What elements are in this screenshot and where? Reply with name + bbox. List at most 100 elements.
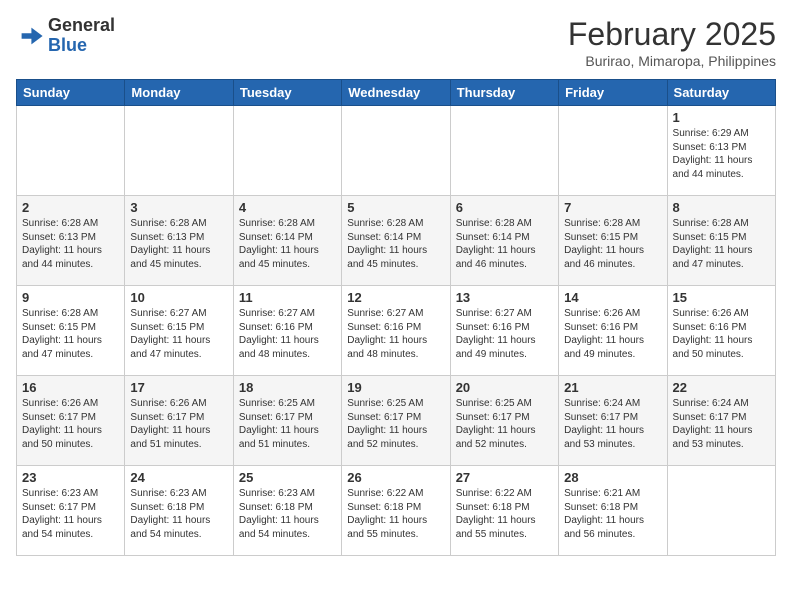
logo-general-text: General [48,15,115,35]
calendar-cell: 11 Sunrise: 6:27 AM Sunset: 6:16 PM Dayli… [233,286,341,376]
day-info: Sunrise: 6:23 AM Sunset: 6:17 PM Dayligh… [22,487,119,541]
day-info: Sunrise: 6:29 AM Sunset: 6:13 PM Dayligh… [673,127,770,181]
calendar-cell: 15Sunrise: 6:26 AM Sunset: 6:16 PM Dayli… [667,286,775,376]
day-info: Sunrise: 6:28 AM Sunset: 6:14 PM Dayligh… [456,217,553,271]
location-subtitle: Burirao, Mimaropa, Philippines [568,53,776,69]
logo: General Blue [16,16,115,56]
day-number: 22 [673,380,770,395]
day-number: 8 [673,200,770,215]
calendar-cell: 4Sunrise: 6:28 AM Sunset: 6:14 PM Daylig… [233,196,341,286]
calendar-week-row: 2 Sunrise: 6:28 AM Sunset: 6:13 PM Daylig… [17,196,776,286]
day-info: Sunrise: 6:26 AM Sunset: 6:16 PM Dayligh… [564,307,661,361]
day-info: Sunrise: 6:27 AM Sunset: 6:16 PM Dayligh… [239,307,336,361]
day-number: 9 [22,290,119,305]
calendar-cell: 21 Sunrise: 6:24 AM Sunset: 6:17 PM Dayli… [559,376,667,466]
day-number: 15 [673,290,770,305]
calendar-cell: 18 Sunrise: 6:25 AM Sunset: 6:17 PM Dayli… [233,376,341,466]
weekday-header-monday: Monday [125,80,233,106]
day-number: 24 [130,470,227,485]
day-info: Sunrise: 6:28 AM Sunset: 6:15 PM Dayligh… [22,307,119,361]
calendar-cell: 14 Sunrise: 6:26 AM Sunset: 6:16 PM Dayli… [559,286,667,376]
calendar-cell: 2 Sunrise: 6:28 AM Sunset: 6:13 PM Daylig… [17,196,125,286]
day-number: 28 [564,470,661,485]
day-number: 25 [239,470,336,485]
day-info: Sunrise: 6:23 AM Sunset: 6:18 PM Dayligh… [130,487,227,541]
day-number: 7 [564,200,661,215]
day-info: Sunrise: 6:25 AM Sunset: 6:17 PM Dayligh… [239,397,336,451]
day-info: Sunrise: 6:28 AM Sunset: 6:14 PM Dayligh… [347,217,444,271]
calendar-week-row: 9 Sunrise: 6:28 AM Sunset: 6:15 PM Daylig… [17,286,776,376]
calendar-cell: 25 Sunrise: 6:23 AM Sunset: 6:18 PM Dayli… [233,466,341,556]
calendar-cell: 9 Sunrise: 6:28 AM Sunset: 6:15 PM Daylig… [17,286,125,376]
day-info: Sunrise: 6:22 AM Sunset: 6:18 PM Dayligh… [456,487,553,541]
day-info: Sunrise: 6:21 AM Sunset: 6:18 PM Dayligh… [564,487,661,541]
day-number: 26 [347,470,444,485]
title-block: February 2025 Burirao, Mimaropa, Philipp… [568,16,776,69]
day-info: Sunrise: 6:26 AM Sunset: 6:17 PM Dayligh… [130,397,227,451]
day-number: 10 [130,290,227,305]
day-number: 5 [347,200,444,215]
day-info: Sunrise: 6:25 AM Sunset: 6:17 PM Dayligh… [347,397,444,451]
calendar-cell: 5 Sunrise: 6:28 AM Sunset: 6:14 PM Daylig… [342,196,450,286]
calendar-cell: 22 Sunrise: 6:24 AM Sunset: 6:17 PM Dayli… [667,376,775,466]
generalblue-logo-icon [16,22,44,50]
calendar-cell: 1 Sunrise: 6:29 AM Sunset: 6:13 PM Daylig… [667,106,775,196]
calendar-cell: 28 Sunrise: 6:21 AM Sunset: 6:18 PM Dayli… [559,466,667,556]
calendar-cell [667,466,775,556]
calendar-cell [125,106,233,196]
calendar-cell [342,106,450,196]
weekday-header-friday: Friday [559,80,667,106]
weekday-header-thursday: Thursday [450,80,558,106]
day-info: Sunrise: 6:27 AM Sunset: 6:16 PM Dayligh… [456,307,553,361]
day-number: 6 [456,200,553,215]
day-info: Sunrise: 6:24 AM Sunset: 6:17 PM Dayligh… [673,397,770,451]
logo-blue-text: Blue [48,35,87,55]
calendar-cell [450,106,558,196]
calendar-cell: 8 Sunrise: 6:28 AM Sunset: 6:15 PM Daylig… [667,196,775,286]
calendar-table: SundayMondayTuesdayWednesdayThursdayFrid… [16,79,776,556]
day-info: Sunrise: 6:24 AM Sunset: 6:17 PM Dayligh… [564,397,661,451]
calendar-cell [17,106,125,196]
weekday-header-sunday: Sunday [17,80,125,106]
day-number: 12 [347,290,444,305]
calendar-week-row: 16Sunrise: 6:26 AM Sunset: 6:17 PM Dayli… [17,376,776,466]
day-number: 18 [239,380,336,395]
calendar-cell: 3 Sunrise: 6:28 AM Sunset: 6:13 PM Daylig… [125,196,233,286]
weekday-header-row: SundayMondayTuesdayWednesdayThursdayFrid… [17,80,776,106]
weekday-header-tuesday: Tuesday [233,80,341,106]
day-info: Sunrise: 6:22 AM Sunset: 6:18 PM Dayligh… [347,487,444,541]
calendar-week-row: 1 Sunrise: 6:29 AM Sunset: 6:13 PM Daylig… [17,106,776,196]
day-info: Sunrise: 6:23 AM Sunset: 6:18 PM Dayligh… [239,487,336,541]
calendar-cell: 13 Sunrise: 6:27 AM Sunset: 6:16 PM Dayli… [450,286,558,376]
calendar-cell: 6 Sunrise: 6:28 AM Sunset: 6:14 PM Daylig… [450,196,558,286]
calendar-cell: 19 Sunrise: 6:25 AM Sunset: 6:17 PM Dayli… [342,376,450,466]
weekday-header-wednesday: Wednesday [342,80,450,106]
day-number: 19 [347,380,444,395]
calendar-cell: 23 Sunrise: 6:23 AM Sunset: 6:17 PM Dayli… [17,466,125,556]
day-number: 17 [130,380,227,395]
day-number: 14 [564,290,661,305]
day-info: Sunrise: 6:28 AM Sunset: 6:15 PM Dayligh… [673,217,770,271]
day-number: 2 [22,200,119,215]
calendar-cell: 27 Sunrise: 6:22 AM Sunset: 6:18 PM Dayli… [450,466,558,556]
weekday-header-saturday: Saturday [667,80,775,106]
day-info: Sunrise: 6:28 AM Sunset: 6:15 PM Dayligh… [564,217,661,271]
day-number: 1 [673,110,770,125]
calendar-cell: 17 Sunrise: 6:26 AM Sunset: 6:17 PM Dayli… [125,376,233,466]
day-info: Sunrise: 6:27 AM Sunset: 6:16 PM Dayligh… [347,307,444,361]
day-number: 3 [130,200,227,215]
day-info: Sunrise: 6:26 AM Sunset: 6:17 PM Dayligh… [22,397,119,451]
day-number: 27 [456,470,553,485]
day-number: 13 [456,290,553,305]
day-info: Sunrise: 6:28 AM Sunset: 6:13 PM Dayligh… [22,217,119,271]
day-info: Sunrise: 6:28 AM Sunset: 6:13 PM Dayligh… [130,217,227,271]
calendar-cell: 16Sunrise: 6:26 AM Sunset: 6:17 PM Dayli… [17,376,125,466]
day-number: 11 [239,290,336,305]
calendar-cell [559,106,667,196]
calendar-cell: 26 Sunrise: 6:22 AM Sunset: 6:18 PM Dayli… [342,466,450,556]
calendar-cell: 24 Sunrise: 6:23 AM Sunset: 6:18 PM Dayli… [125,466,233,556]
day-info: Sunrise: 6:25 AM Sunset: 6:17 PM Dayligh… [456,397,553,451]
day-number: 23 [22,470,119,485]
day-number: 21 [564,380,661,395]
calendar-cell: 12 Sunrise: 6:27 AM Sunset: 6:16 PM Dayli… [342,286,450,376]
